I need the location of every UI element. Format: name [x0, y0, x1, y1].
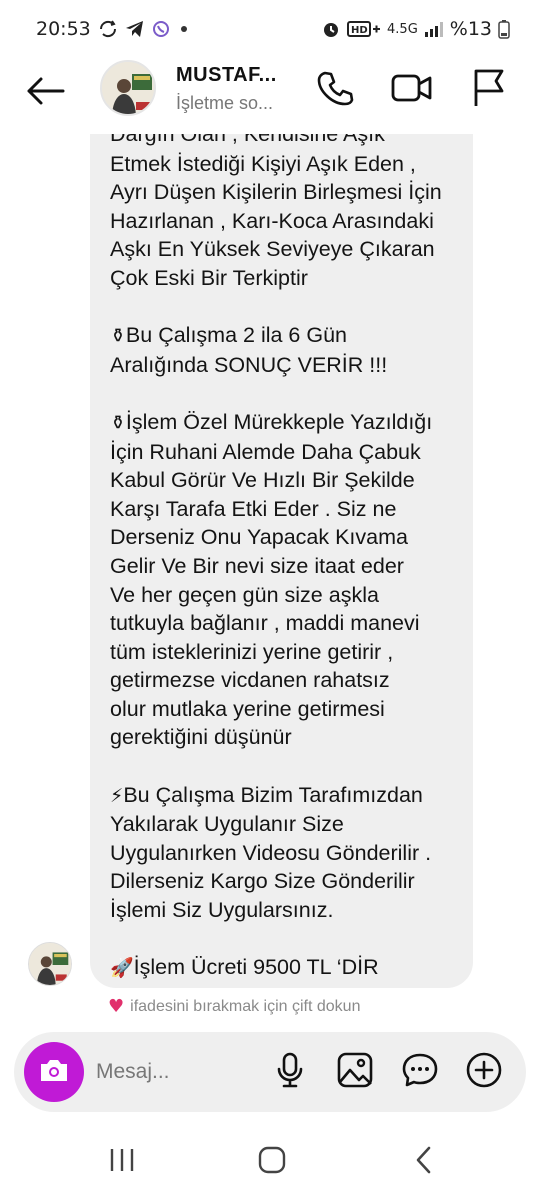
plus-icon	[465, 1051, 503, 1094]
hd-voice-icon: HD	[347, 19, 381, 39]
battery-percent: %13	[449, 18, 492, 40]
svg-text:HD: HD	[351, 25, 368, 36]
telegram-icon	[125, 20, 145, 38]
video-icon	[391, 70, 433, 111]
contact-subtitle: İşletme so...	[176, 93, 274, 113]
camera-button[interactable]	[24, 1042, 84, 1102]
status-time: 20:53	[36, 18, 91, 40]
back-button[interactable]	[24, 72, 66, 114]
message-paragraph: ⚡Bu Çalışma Bizim Tarafımızdan Yakılarak…	[110, 781, 455, 925]
urn-emoji-icon: ⚱	[110, 325, 126, 348]
message-paragraph: ⚱Bu Çalışma 2 ila 6 Gün Aralığında SONUÇ…	[110, 321, 455, 379]
recent-apps-icon	[107, 1147, 137, 1178]
call-button[interactable]	[313, 68, 357, 112]
status-bar: 20:53 HD 4.5G %13	[0, 0, 540, 58]
home-button[interactable]	[250, 1142, 294, 1182]
status-right: HD 4.5G %13	[321, 18, 510, 40]
message-text: Bu Çalışma 2 ila 6 Gün Aralığında SONUÇ …	[110, 323, 388, 377]
video-call-button[interactable]	[390, 68, 434, 112]
more-options-button[interactable]	[462, 1050, 506, 1094]
message-list[interactable]: Dargın Olan , Kendisine Aşık Etmek İsted…	[0, 134, 540, 1030]
heart-icon: ♥	[108, 996, 125, 1017]
signal-icon	[424, 20, 444, 38]
sync-icon	[97, 20, 119, 38]
camera-icon	[38, 1056, 70, 1089]
network-type: 4.5G	[387, 21, 418, 37]
avatar-image	[29, 943, 71, 985]
reaction-hint-text: ifadesini bırakmak için çift dokun	[130, 997, 361, 1015]
message-input[interactable]	[96, 1052, 266, 1092]
back-arrow-icon	[25, 76, 65, 111]
back-icon	[414, 1145, 434, 1180]
sticker-button[interactable]	[398, 1050, 442, 1094]
gallery-button[interactable]	[333, 1050, 377, 1094]
viber-icon	[151, 19, 171, 39]
contact-avatar[interactable]	[100, 60, 156, 116]
gallery-icon	[337, 1052, 373, 1093]
message-paragraph: Dargın Olan , Kendisine Aşık Etmek İsted…	[110, 134, 455, 293]
sender-avatar[interactable]	[28, 942, 72, 986]
alarm-icon	[321, 19, 341, 39]
battery-icon	[498, 19, 510, 39]
lightning-emoji-icon: ⚡	[110, 784, 124, 807]
message-paragraph: ⚱İşlem Özel Mürekkeple Yazıldığı İçin Ru…	[110, 408, 455, 752]
urn-emoji-icon: ⚱	[110, 411, 126, 434]
rocket-emoji-icon: 🚀	[110, 957, 134, 980]
system-nav-bar	[0, 1122, 540, 1200]
message-text: İşlem Ücreti 9500 TL ‘DİR	[133, 955, 379, 980]
sticker-icon	[401, 1052, 439, 1093]
dot-icon	[177, 22, 191, 36]
status-left: 20:53	[36, 18, 191, 40]
microphone-icon	[275, 1052, 305, 1093]
phone-icon	[315, 68, 355, 113]
flag-icon	[470, 68, 506, 113]
message-text: Dargın Olan , Kendisine Aşık Etmek İsted…	[110, 134, 442, 290]
message-composer	[14, 1032, 526, 1112]
home-icon	[257, 1145, 287, 1180]
recent-apps-button[interactable]	[100, 1142, 144, 1182]
reaction-hint: ♥ ifadesini bırakmak için çift dokun	[108, 996, 360, 1017]
contact-name: MUSTAF...	[176, 64, 277, 86]
chat-header: MUSTAF... İşletme so...	[0, 58, 540, 134]
message-bubble[interactable]: Dargın Olan , Kendisine Aşık Etmek İsted…	[90, 134, 473, 988]
message-text: Bu Çalışma Bizim Tarafımızdan Yakılarak …	[110, 782, 432, 923]
message-paragraph: 🚀İşlem Ücreti 9500 TL ‘DİR	[110, 953, 455, 983]
report-button[interactable]	[466, 68, 510, 112]
nav-back-button[interactable]	[402, 1142, 446, 1182]
contact-title[interactable]: MUSTAF... İşletme so...	[176, 64, 296, 114]
voice-message-button[interactable]	[268, 1050, 312, 1094]
message-text: İşlem Özel Mürekkeple Yazıldığı İçin Ruh…	[110, 409, 433, 750]
avatar-image	[102, 62, 154, 114]
